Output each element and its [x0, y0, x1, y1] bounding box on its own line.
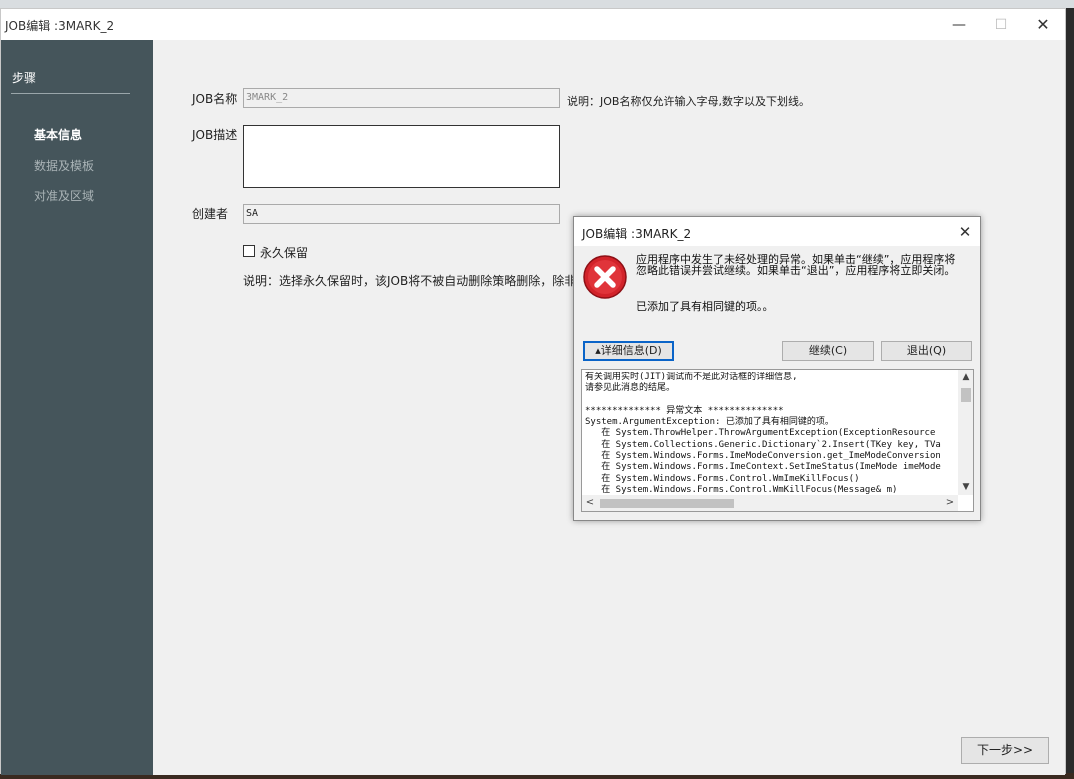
scroll-down-icon[interactable]: ▼: [958, 480, 973, 495]
dialog-title: JOB编辑 :3MARK_2: [582, 227, 692, 241]
job-desc-textarea[interactable]: [243, 125, 560, 188]
permanent-label: 永久保留: [260, 246, 309, 260]
vertical-scrollbar[interactable]: ▲ ▼: [958, 370, 973, 495]
dialog-message: 应用程序中发生了未经处理的异常。如果单击“继续”，应用程序将忽略此错误并尝试继续…: [636, 253, 956, 277]
exception-line: 在 System.Windows.Forms.ImeContext.SetIme…: [585, 462, 941, 473]
scroll-up-icon[interactable]: ▲: [958, 370, 973, 385]
exception-line: 在 System.ThrowHelper.ThrowArgumentExcept…: [585, 428, 936, 439]
next-step-button[interactable]: 下一步>>: [961, 737, 1049, 764]
exception-line: 在 System.Windows.Forms.ImeModeConversion…: [585, 451, 941, 462]
error-icon: [583, 255, 627, 299]
horizontal-scrollbar[interactable]: < >: [582, 495, 958, 511]
vertical-scroll-thumb[interactable]: [961, 388, 971, 402]
steps-sidebar: 步骤 基本信息 数据及模板 对准及区域: [1, 40, 153, 775]
window-title: JOB编辑 :3MARK_2: [5, 19, 115, 33]
scroll-left-icon[interactable]: <: [582, 495, 598, 511]
exception-details-box[interactable]: 有关调用实时(JIT)调试而不是此对话框的详细信息, 请参见此消息的结尾。 ***…: [581, 369, 974, 512]
sidebar-step-alignment-region[interactable]: 对准及区域: [34, 187, 94, 204]
exception-line: [585, 395, 955, 406]
dialog-close-button[interactable]: ✕: [952, 221, 978, 243]
steps-title: 步骤: [12, 71, 37, 85]
exception-line: 有关调用实时(JIT)调试而不是此对话框的详细信息,: [585, 372, 798, 382]
quit-button[interactable]: 退出(Q): [881, 341, 972, 361]
desktop-background-top: [0, 0, 1074, 8]
sidebar-step-basic-info[interactable]: 基本信息: [34, 126, 82, 143]
creator-field[interactable]: SA: [243, 204, 560, 224]
exception-line: 在 System.Collections.Generic.Dictionary`…: [585, 439, 941, 450]
exception-line: System.ArgumentException: 已添加了具有相同键的项。: [585, 417, 834, 428]
maximize-button[interactable]: ☐: [981, 13, 1021, 37]
window-titlebar[interactable]: JOB编辑 :3MARK_2 — ☐ ✕: [1, 9, 1065, 40]
scroll-right-icon[interactable]: >: [942, 495, 958, 511]
details-button[interactable]: ▴详细信息(D): [583, 341, 674, 361]
close-button[interactable]: ✕: [1023, 13, 1063, 37]
exception-line: 在 System.Windows.Forms.Control.WmKillFoc…: [585, 484, 898, 494]
sidebar-step-data-template[interactable]: 数据及模板: [34, 157, 94, 174]
job-name-hint: 说明：JOB名称仅允许输入字母,数字以及下划线。: [567, 95, 810, 108]
continue-button[interactable]: 继续(C): [782, 341, 874, 361]
exception-line: 在 System.Windows.Forms.Control.WmImeKill…: [585, 473, 860, 484]
dialog-titlebar[interactable]: JOB编辑 :3MARK_2 ✕: [574, 217, 980, 246]
permanent-note: 说明：选择永久保留时，该JOB将不被自动删除策略删除，除非用户: [243, 274, 601, 288]
horizontal-scroll-thumb[interactable]: [600, 499, 734, 508]
job-desc-label: JOB描述: [192, 128, 238, 142]
sidebar-divider: [11, 93, 130, 94]
job-name-field[interactable]: 3MARK_2: [243, 88, 560, 108]
creator-label: 创建者: [192, 207, 229, 221]
exception-line: ************** 异常文本 **************: [585, 405, 784, 416]
minimize-button[interactable]: —: [939, 13, 979, 37]
job-name-label: JOB名称: [192, 92, 238, 106]
permanent-checkbox[interactable]: [243, 245, 255, 257]
error-dialog: JOB编辑 :3MARK_2 ✕ 应用程序中发生了未经处理的异常。如果单击“继续…: [573, 216, 981, 521]
exception-details-text[interactable]: 有关调用实时(JIT)调试而不是此对话框的详细信息, 请参见此消息的结尾。 ***…: [585, 372, 955, 494]
exception-line: 请参见此消息的结尾。: [585, 383, 676, 394]
dialog-message-detail: 已添加了具有相同键的项。。: [636, 300, 774, 313]
